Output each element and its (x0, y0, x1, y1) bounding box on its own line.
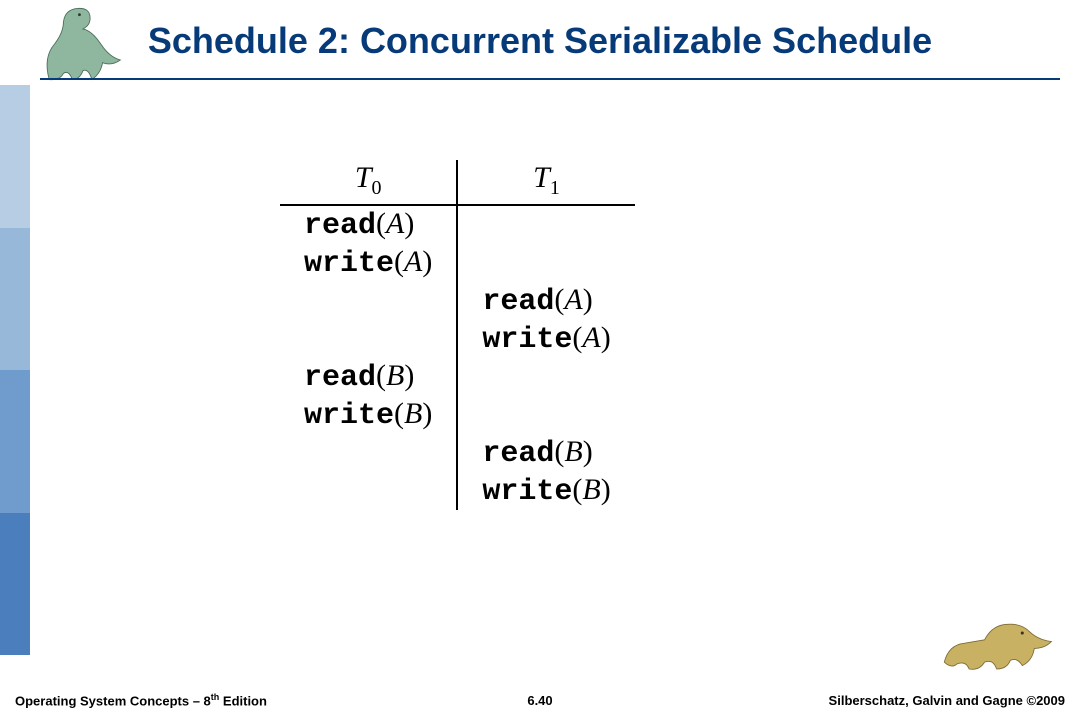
sidebar-seg (0, 370, 30, 513)
sidebar-seg (0, 513, 30, 656)
cell-t0: read(B) (280, 358, 457, 396)
table-row: read(B) (280, 358, 635, 396)
cell-t1 (457, 205, 634, 244)
header-t0-sym: T (355, 161, 372, 194)
slide-title: Schedule 2: Concurrent Serializable Sche… (0, 20, 1080, 62)
header-t1-sub: 1 (550, 177, 560, 199)
schedule-table: T0 T1 read(A) write(A) read(A) write(A)r… (280, 160, 635, 510)
cell-t0 (280, 434, 457, 472)
sidebar-accent (0, 85, 30, 655)
header-t0-sub: 0 (372, 177, 382, 199)
header-t0: T0 (280, 160, 457, 205)
cell-t1 (457, 396, 634, 434)
cell-t1 (457, 244, 634, 282)
table-row: write(A) (280, 244, 635, 282)
title-divider (40, 78, 1060, 80)
cell-t0 (280, 282, 457, 320)
cell-t0: write(A) (280, 244, 457, 282)
cell-t1: write(B) (457, 472, 634, 510)
sidebar-seg (0, 228, 30, 371)
table-header-row: T0 T1 (280, 160, 635, 205)
cell-t1 (457, 358, 634, 396)
footer-right: Silberschatz, Galvin and Gagne ©2009 (829, 693, 1065, 708)
sidebar-seg (0, 85, 30, 228)
cell-t1: write(A) (457, 320, 634, 358)
table-row: write(B) (280, 472, 635, 510)
table-row: write(B) (280, 396, 635, 434)
table-row: write(A) (280, 320, 635, 358)
cell-t0: write(B) (280, 396, 457, 434)
header-t1: T1 (457, 160, 634, 205)
slide: Schedule 2: Concurrent Serializable Sche… (0, 0, 1080, 720)
table-row: read(A) (280, 205, 635, 244)
table-row: read(A) (280, 282, 635, 320)
header-t1-sym: T (533, 161, 550, 194)
table-row: read(B) (280, 434, 635, 472)
cell-t0: read(A) (280, 205, 457, 244)
cell-t0 (280, 472, 457, 510)
cell-t1: read(B) (457, 434, 634, 472)
cell-t0 (280, 320, 457, 358)
cell-t1: read(A) (457, 282, 634, 320)
dinosaur-icon (940, 610, 1060, 680)
